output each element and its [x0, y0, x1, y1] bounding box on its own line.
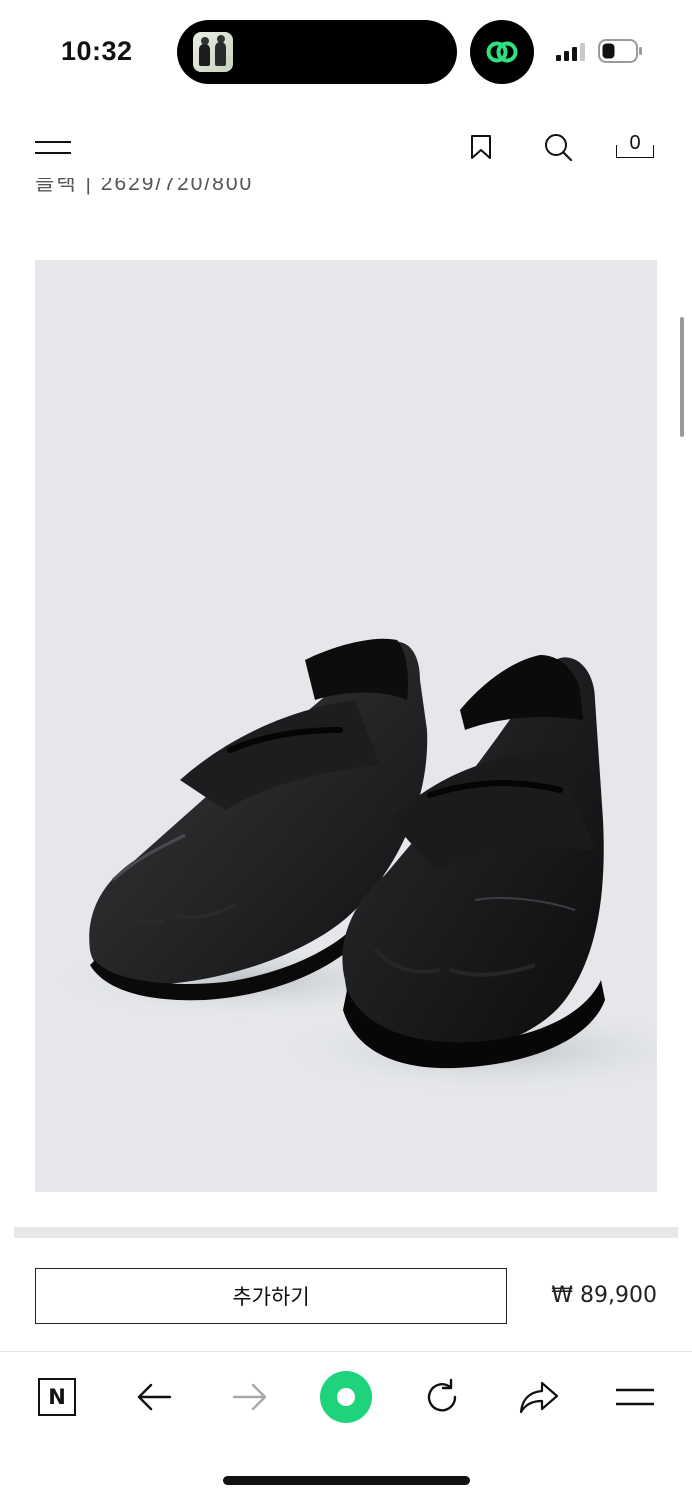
product-image[interactable] [35, 260, 657, 1192]
reload-button[interactable] [421, 1352, 463, 1442]
naver-logo-icon: N [38, 1378, 76, 1416]
menu-line-top [35, 141, 71, 143]
share-arrow-icon [519, 1381, 559, 1414]
arrow-left-icon [137, 1383, 172, 1411]
green-dot-icon [320, 1371, 372, 1423]
browser-menu-button[interactable] [614, 1352, 656, 1442]
menu-line-bottom [35, 152, 71, 154]
cellular-signal-icon [556, 43, 585, 61]
now-playing-thumbnail [193, 32, 233, 72]
product-price: ₩ 89,900 [551, 1283, 657, 1308]
home-indicator[interactable] [223, 1476, 470, 1485]
status-bar: 10:32 [0, 0, 692, 105]
section-divider [14, 1227, 678, 1238]
linked-app-icon[interactable] [470, 20, 534, 84]
page-scrollbar[interactable] [680, 317, 684, 437]
bookmark-icon[interactable] [469, 134, 493, 160]
bag-count: 0 [629, 132, 641, 154]
dynamic-island[interactable] [177, 20, 457, 84]
green-home-button[interactable] [319, 1352, 373, 1442]
arrow-right-icon [232, 1383, 267, 1411]
naver-home-button[interactable]: N [34, 1352, 80, 1442]
menu-button[interactable] [35, 138, 71, 156]
refresh-icon [427, 1378, 457, 1412]
link-rings-icon [486, 41, 518, 63]
search-icon[interactable] [543, 132, 573, 162]
shopping-bag-button[interactable]: 0 [616, 130, 654, 158]
add-to-cart-button[interactable]: 추가하기 [35, 1268, 507, 1324]
back-button[interactable] [134, 1352, 174, 1442]
status-time: 10:32 [61, 36, 133, 66]
menu-icon [616, 1388, 654, 1406]
forward-button[interactable] [230, 1352, 270, 1442]
share-button[interactable] [516, 1352, 562, 1442]
loafers-illustration [45, 638, 657, 1095]
battery-icon [598, 39, 642, 63]
product-color-sizes: 블랙 | 2629/720/800 [35, 176, 254, 195]
site-header: 0 [0, 118, 692, 178]
browser-toolbar: N [0, 1351, 692, 1441]
